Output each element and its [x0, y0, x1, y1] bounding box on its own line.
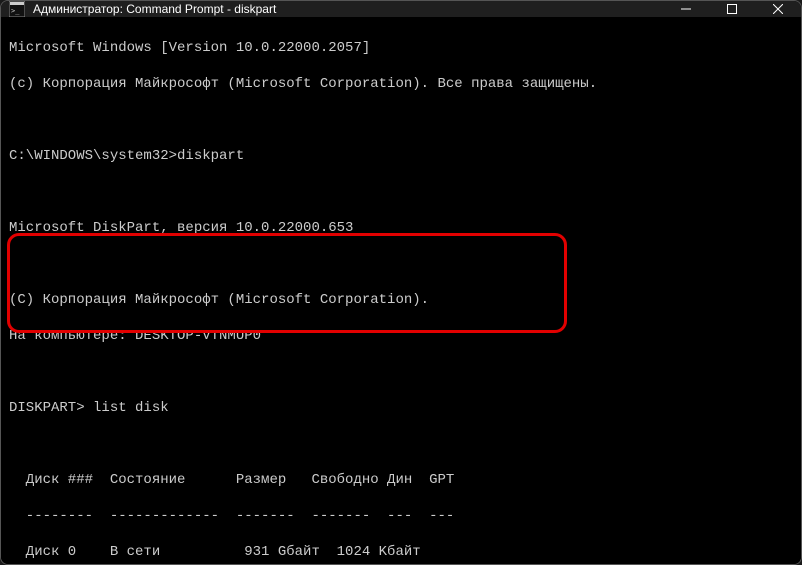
table-row: Диск 0 В сети 931 Gбайт 1024 Kбайт [9, 543, 793, 561]
terminal-output[interactable]: Microsoft Windows [Version 10.0.22000.20… [1, 17, 801, 565]
command-prompt-window: >_ Администратор: Command Prompt - diskp… [0, 0, 802, 565]
output-line: (C) Корпорация Майкрософт (Microsoft Cor… [9, 291, 793, 309]
output-line: (с) Корпорация Майкрософт (Microsoft Cor… [9, 75, 793, 93]
cmd-icon: >_ [9, 1, 25, 17]
window-controls [663, 1, 801, 17]
output-line [9, 435, 793, 453]
close-button[interactable] [755, 1, 801, 17]
output-line: DISKPART> list disk [9, 399, 793, 417]
table-header: Диск ### Состояние Размер Свободно Дин G… [9, 471, 793, 489]
output-line: C:\WINDOWS\system32>diskpart [9, 147, 793, 165]
output-line [9, 111, 793, 129]
svg-text:>_: >_ [11, 7, 20, 15]
maximize-button[interactable] [709, 1, 755, 17]
minimize-button[interactable] [663, 1, 709, 17]
window-title: Администратор: Command Prompt - diskpart [33, 2, 663, 16]
output-line [9, 255, 793, 273]
output-line [9, 363, 793, 381]
output-line [9, 183, 793, 201]
output-line: Microsoft Windows [Version 10.0.22000.20… [9, 39, 793, 57]
table-separator: -------- ------------- ------- ------- -… [9, 507, 793, 525]
output-line: Microsoft DiskPart, версия 10.0.22000.65… [9, 219, 793, 237]
output-line: На компьютере: DESKTOP-VTNMUP0 [9, 327, 793, 345]
titlebar[interactable]: >_ Администратор: Command Prompt - diskp… [1, 1, 801, 17]
annotation-highlight [7, 233, 567, 333]
